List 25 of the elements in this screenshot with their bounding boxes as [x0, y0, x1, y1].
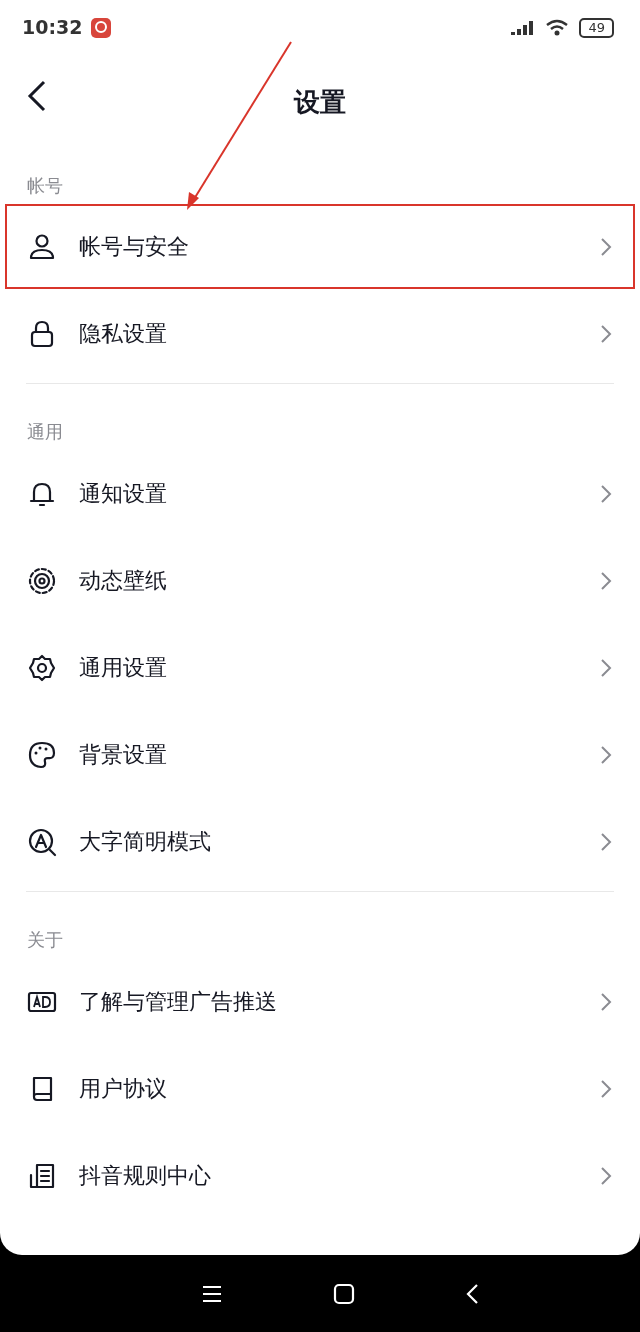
settings-item[interactable]: 帐号与安全	[4, 203, 636, 290]
back-nav-button[interactable]	[465, 1281, 479, 1306]
chevron-right-icon	[600, 1165, 612, 1186]
chevron-right-icon	[600, 744, 612, 765]
section-label: 帐号	[27, 175, 63, 196]
chevron-right-icon	[600, 570, 612, 591]
chevron-right-icon	[600, 323, 612, 344]
person-icon	[27, 231, 57, 262]
settings-icon	[27, 652, 57, 683]
chevron-right-icon	[600, 1078, 612, 1099]
chevron-right-icon	[600, 831, 612, 852]
section-label: 关于	[27, 929, 63, 950]
home-button[interactable]	[333, 1281, 355, 1306]
chevron-right-icon	[600, 483, 612, 504]
magnifier-letter-icon	[27, 826, 57, 857]
palette-icon	[27, 739, 57, 770]
battery-indicator: 49	[579, 17, 614, 38]
status-time: 10:32	[22, 15, 83, 41]
chevron-right-icon	[600, 657, 612, 678]
chevron-right-icon	[600, 991, 612, 1012]
section-label: 通用	[27, 421, 63, 442]
app-notification-icon	[90, 16, 113, 39]
page-title: 设置	[294, 86, 346, 119]
target-icon	[27, 565, 57, 596]
chevron-right-icon	[600, 236, 612, 257]
